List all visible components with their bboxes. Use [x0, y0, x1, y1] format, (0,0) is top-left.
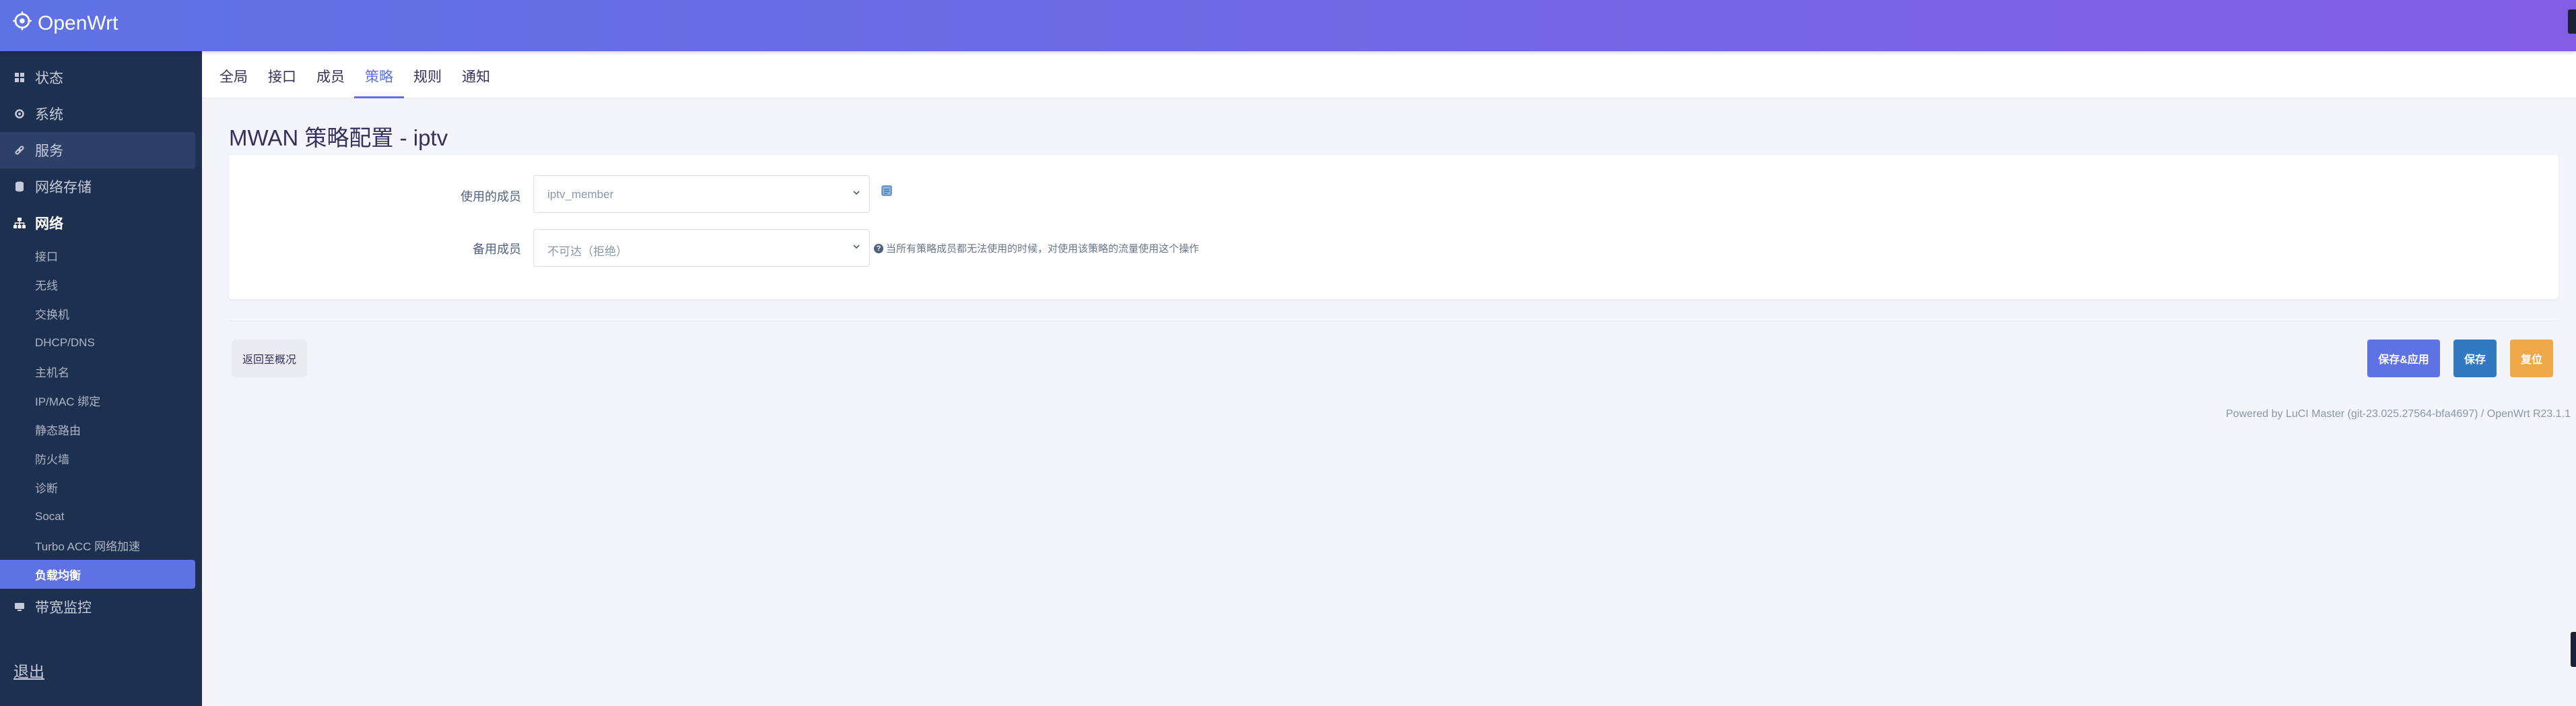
- back-to-overview-button[interactable]: 返回至概况: [232, 340, 307, 377]
- sidebar-item-label: 服务: [35, 143, 63, 159]
- reset-button[interactable]: 复位: [2510, 340, 2553, 377]
- tab-policies[interactable]: 策略: [354, 66, 404, 98]
- sidebar-item-label: 带宽监控: [35, 600, 92, 616]
- save-apply-button[interactable]: 保存&应用: [2367, 340, 2440, 377]
- monitor-icon: [13, 601, 26, 613]
- sidebar-item-network[interactable]: 网络: [0, 205, 195, 241]
- tab-global[interactable]: 全局: [219, 66, 248, 98]
- tab-notifications[interactable]: 通知: [462, 66, 490, 98]
- member-label: 使用的成员: [461, 190, 521, 203]
- tab-bar: 全局 接口 成员 策略 规则 通知: [202, 51, 2576, 98]
- sidebar-subitem-dhcp-dns[interactable]: DHCP/DNS: [0, 328, 195, 357]
- backup-hint: ? 当所有策略成员都无法使用的时候，对使用该策略的流量使用这个操作: [874, 241, 1199, 255]
- page-title: MWAN 策略配置 - iptv: [229, 125, 448, 150]
- sidebar-subitem-hostnames[interactable]: 主机名: [0, 357, 195, 386]
- member-select-value: iptv_member: [547, 188, 614, 201]
- sidebar-item-label: 网络: [35, 216, 63, 232]
- backup-hint-text: 当所有策略成员都无法使用的时候，对使用该策略的流量使用这个操作: [886, 243, 1200, 255]
- dashboard-icon: [13, 71, 26, 84]
- backup-label: 备用成员: [473, 243, 521, 256]
- sidebar-subitem-load-balancing[interactable]: 负载均衡: [0, 560, 195, 589]
- dynlist-edit-icon[interactable]: [881, 185, 893, 197]
- sidebar-item-status[interactable]: 状态: [0, 59, 195, 96]
- backup-select-value: 不可达（拒绝）: [547, 245, 628, 258]
- sidebar-subitem-wireless[interactable]: 无线: [0, 270, 195, 299]
- logout-link[interactable]: 退出: [13, 659, 44, 682]
- sidebar-subitem-diagnostics[interactable]: 诊断: [0, 473, 195, 502]
- backup-select[interactable]: 不可达（拒绝）: [533, 229, 870, 267]
- sidebar-item-storage[interactable]: 网络存储: [0, 168, 195, 205]
- scroll-edge-handle: [2571, 632, 2576, 667]
- sidebar-item-bandwidth-monitor[interactable]: 带宽监控: [0, 589, 195, 625]
- openwrt-logo-icon: [12, 11, 32, 36]
- sidebar-subitem-firewall[interactable]: 防火墙: [0, 444, 195, 473]
- tab-rules[interactable]: 规则: [413, 66, 442, 98]
- brand[interactable]: OpenWrt: [12, 11, 118, 36]
- sidebar-subitem-ip-mac-binding[interactable]: IP/MAC 绑定: [0, 386, 195, 415]
- top-bar: OpenWrt: [0, 0, 2576, 51]
- sidebar-subitem-switch[interactable]: 交换机: [0, 299, 195, 328]
- sidebar-subitem-turbo-acc[interactable]: Turbo ACC 网络加速: [0, 531, 195, 560]
- sidebar-subitem-socat[interactable]: Socat: [0, 502, 195, 531]
- gear-icon: [13, 108, 26, 120]
- policy-form-card: 使用的成员 iptv_member 备用成员 不可达（拒绝） ? 当所有策略成员…: [229, 155, 2558, 299]
- sidebar-subitem-static-routes[interactable]: 静态路由: [0, 415, 195, 444]
- sidebar-subitem-interfaces[interactable]: 接口: [0, 241, 195, 270]
- question-icon: ?: [874, 243, 883, 253]
- network-icon: [13, 217, 26, 229]
- sidebar: 状态 系统 服务 网络存储 网络 接口 无线 交换机 DHCP/DNS 主机名 …: [0, 51, 202, 706]
- storage-icon: [13, 181, 26, 193]
- sidebar-item-label: 网络存储: [35, 180, 92, 195]
- chevron-down-icon: [850, 187, 862, 199]
- brand-name: OpenWrt: [38, 12, 118, 34]
- sidebar-item-system[interactable]: 系统: [0, 96, 195, 132]
- tab-members[interactable]: 成员: [316, 66, 345, 98]
- tab-interfaces[interactable]: 接口: [268, 66, 296, 98]
- sidebar-item-services[interactable]: 服务: [0, 132, 195, 168]
- save-button[interactable]: 保存: [2453, 340, 2497, 377]
- chevron-down-icon: [850, 240, 862, 253]
- footer-text: Powered by LuCI Master (git-23.025.27564…: [2226, 408, 2571, 420]
- link-icon: [13, 144, 26, 156]
- sidebar-item-label: 系统: [35, 107, 63, 123]
- topbar-edge-handle: [2568, 9, 2576, 34]
- member-select[interactable]: iptv_member: [533, 175, 870, 213]
- sidebar-item-label: 状态: [35, 71, 63, 86]
